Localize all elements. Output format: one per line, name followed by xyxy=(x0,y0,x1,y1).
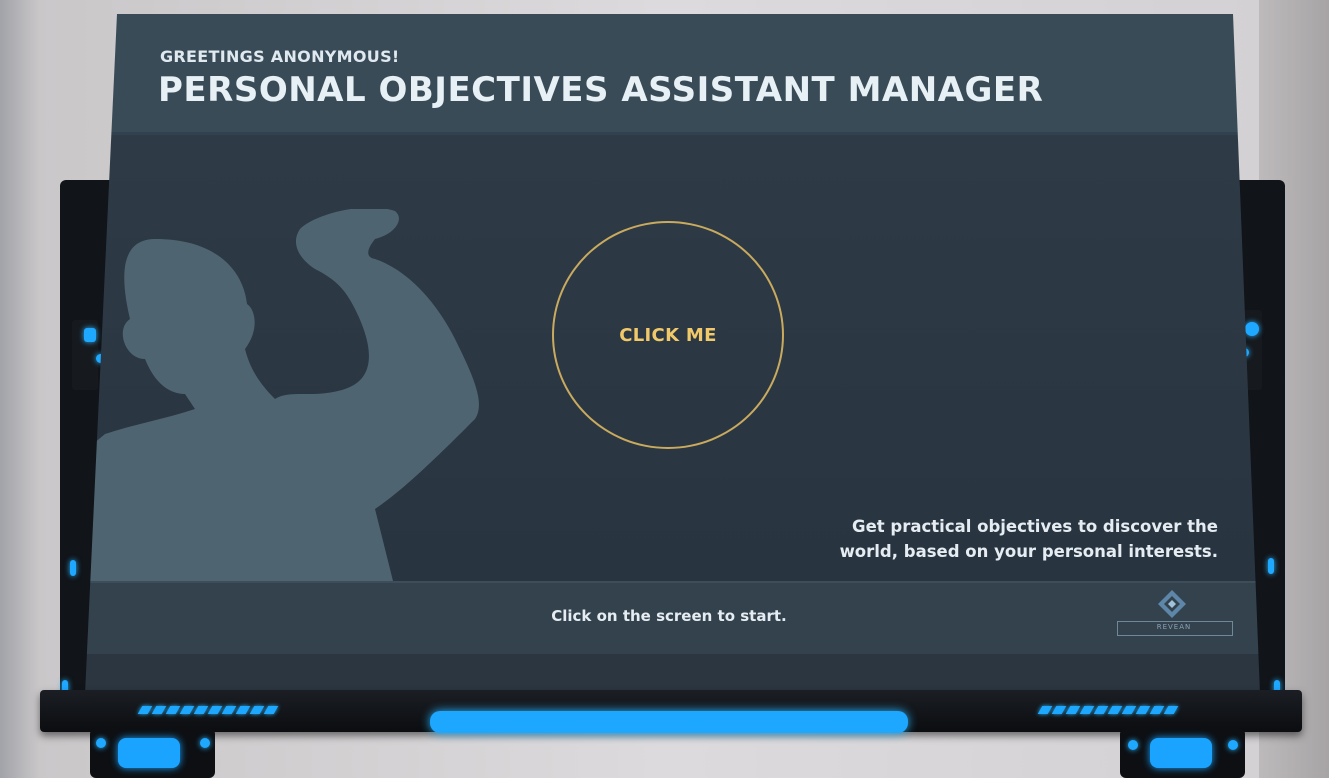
frame-light xyxy=(1245,322,1259,336)
tagline: Get practical objectives to discover the… xyxy=(798,514,1218,564)
base-light-bar xyxy=(430,711,908,733)
page-title: PERSONAL OBJECTIVES ASSISTANT MANAGER xyxy=(158,70,1044,110)
click-me-label: CLICK ME xyxy=(619,324,717,346)
screen-bottom-strip xyxy=(85,654,1260,694)
frame-light xyxy=(1268,558,1274,574)
diamond-logo-icon xyxy=(1117,589,1233,621)
frame-light xyxy=(84,328,96,342)
flexing-person-icon xyxy=(85,209,495,589)
screen-header: GREETINGS ANONYMOUS! PERSONAL OBJECTIVES… xyxy=(85,14,1260,135)
logo-text: REVEAN xyxy=(1156,623,1192,631)
right-light-stripes xyxy=(1037,706,1179,716)
kiosk-screen[interactable]: GREETINGS ANONYMOUS! PERSONAL OBJECTIVES… xyxy=(85,14,1260,694)
left-light-stripes xyxy=(137,706,279,716)
base-foot-right xyxy=(1120,728,1245,778)
start-instruction: Click on the screen to start. xyxy=(551,607,787,625)
frame-light xyxy=(70,560,76,576)
brand-logo: REVEAN xyxy=(1117,589,1233,637)
click-me-button[interactable]: CLICK ME xyxy=(552,221,784,449)
tagline-line: world, based on your personal interests. xyxy=(839,542,1218,561)
wall-shadow xyxy=(0,0,40,778)
tagline-line: Get practical objectives to discover the xyxy=(852,517,1218,536)
greeting-text: GREETINGS ANONYMOUS! xyxy=(160,47,400,66)
screen-footer: Click on the screen to start. REVEAN xyxy=(85,581,1260,656)
base-foot-left xyxy=(90,728,215,778)
